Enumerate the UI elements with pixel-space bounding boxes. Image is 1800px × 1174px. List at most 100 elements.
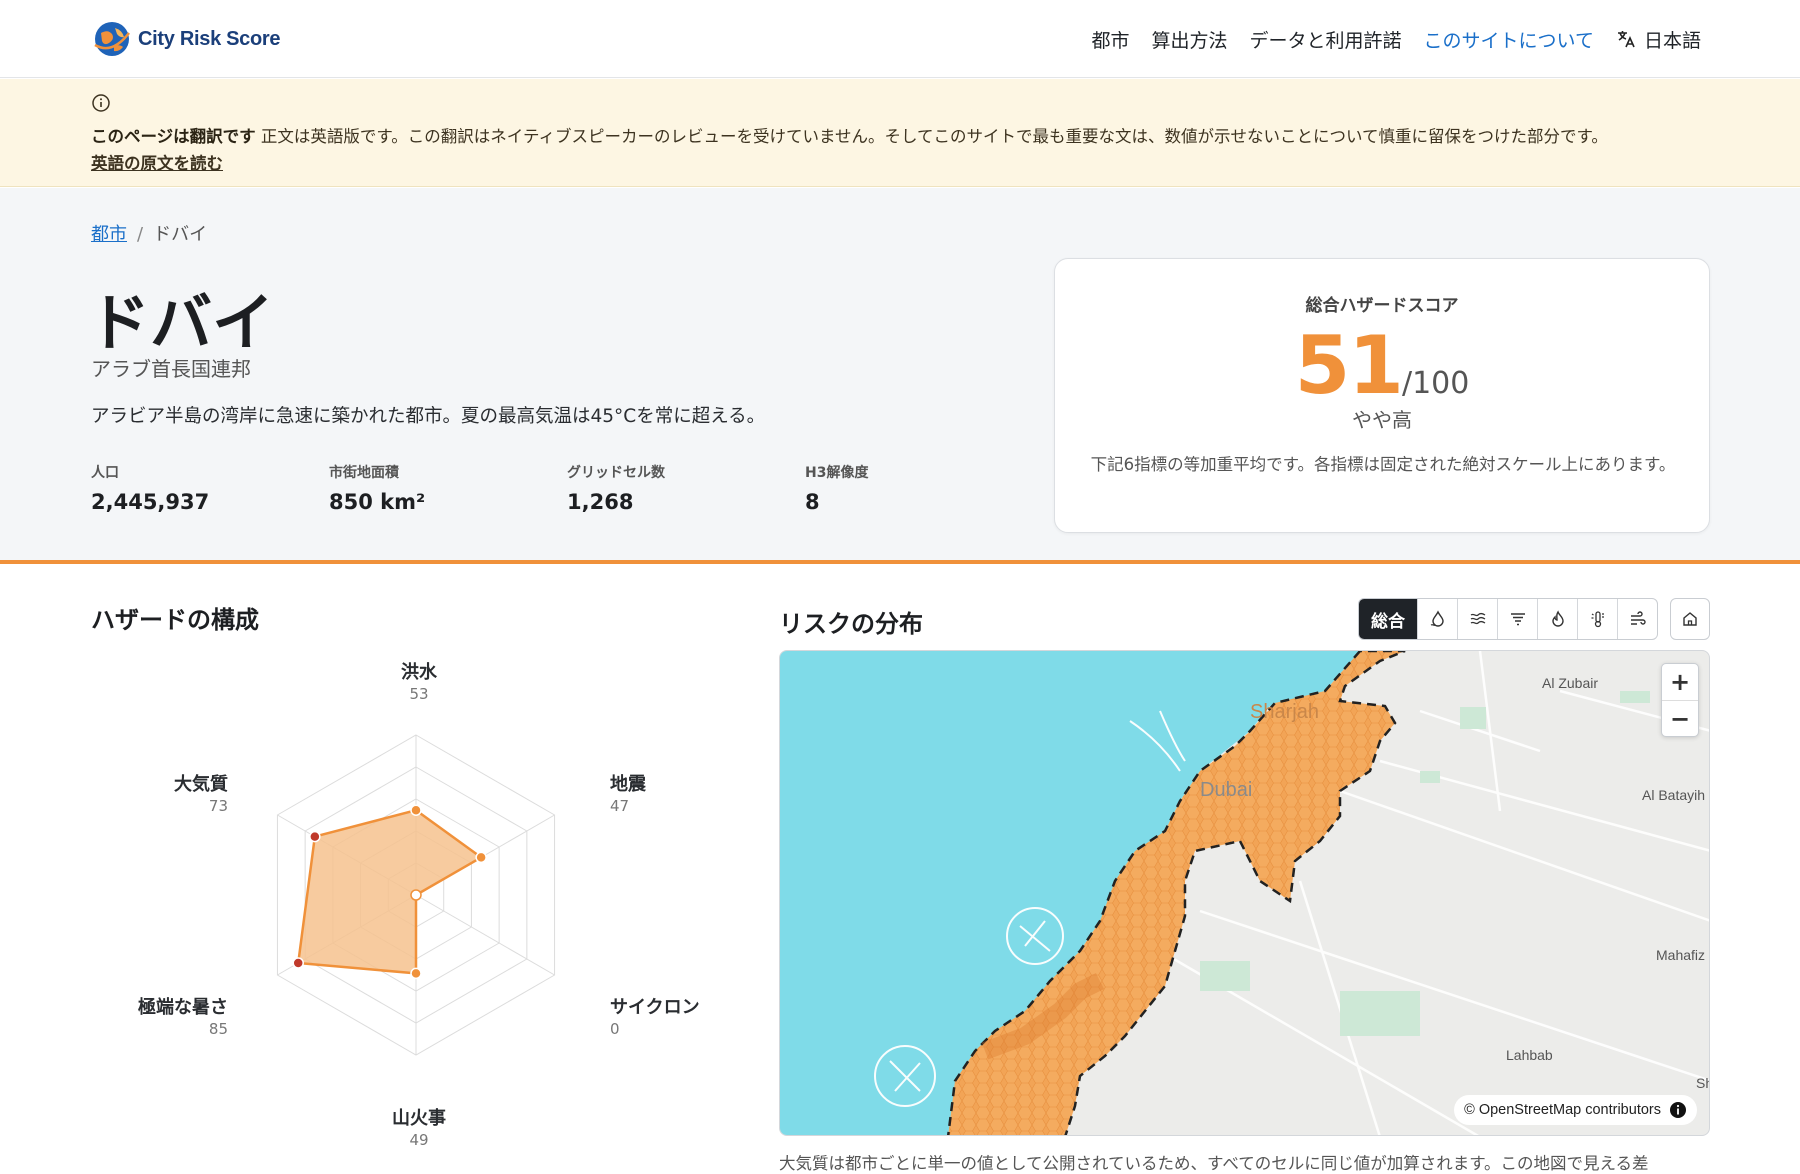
axis-score: 49: [409, 1131, 429, 1149]
score-level: やや高: [1352, 408, 1412, 432]
layer-heat-button[interactable]: [1577, 599, 1617, 639]
map-label-al-zubair: Al Zubair: [1542, 675, 1599, 691]
logo-text: City Risk Score: [138, 27, 281, 50]
layer-cyclone-button[interactable]: [1497, 599, 1537, 639]
main-nav: 都市 算出方法 データと利用許諾 このサイトについて 日本語: [1092, 0, 1702, 78]
map-label-sharjah: Sharjah: [1250, 701, 1319, 723]
info-icon: [92, 94, 110, 112]
city-hero: 都市 / ドバイ ドバイ アラブ首長国連邦 アラビア半島の湾岸に急速に築かれた都市。…: [0, 188, 1800, 564]
score-value: 51: [1294, 319, 1404, 412]
stat-grid-cells: グリッドセル数 1,268: [567, 462, 805, 514]
attribution-info-icon[interactable]: [1669, 1101, 1687, 1119]
radar-label-extreme-heat: 極端な暑さ 85: [88, 993, 228, 1038]
read-original-link[interactable]: 英語の原文を読む: [91, 150, 223, 174]
radar-point-3: [410, 889, 422, 901]
map-layer-toggle: 総合: [1358, 598, 1658, 640]
layer-air-quality-button[interactable]: [1617, 599, 1657, 639]
axis-score: 73: [208, 797, 228, 815]
hazard-radar-chart: 洪水 53 地震 47 サイクロン 0 山火事 49 極端な暑さ 85 大気質 …: [91, 640, 741, 1160]
radar-point-1: [410, 804, 422, 816]
map-label-lahbab: Lahbab: [1506, 1047, 1553, 1063]
breadcrumb: 都市 / ドバイ: [91, 224, 208, 245]
layer-wildfire-button[interactable]: [1537, 599, 1577, 639]
top-navbar: City Risk Score 都市 算出方法 データと利用許諾 このサイトにつ…: [0, 0, 1800, 78]
heat-icon: [1591, 611, 1604, 628]
notice-body: 正文は英語版です。この翻訳はネイティブスピーカーのレビューを受けていません。そし…: [260, 127, 1608, 146]
radar-score-area: [296, 808, 483, 975]
map-title: リスクの分布: [779, 610, 923, 638]
nav-data-license[interactable]: データと利用許諾: [1250, 26, 1402, 53]
zoom-out-button[interactable]: −: [1662, 700, 1698, 736]
map-reset-view-button[interactable]: [1670, 598, 1710, 640]
nav-about[interactable]: このサイトについて: [1424, 26, 1594, 53]
radar-label-wildfire: 山火事 49: [349, 1104, 489, 1149]
radar-label-earthquake: 地震 47: [610, 770, 750, 815]
overall-score-card: 総合ハザードスコア 51/100 やや高 下記6指標の等加重平均です。各指標は固…: [1054, 258, 1710, 533]
composition-title: ハザードの構成: [91, 606, 259, 634]
stat-label: 市街地面積: [329, 465, 399, 481]
radar-point-2: [475, 851, 487, 864]
axis-score: 85: [208, 1020, 228, 1038]
map-label-al-batayih: Al Batayih: [1642, 787, 1706, 803]
stat-h3-resolution: H3解像度 8: [805, 462, 1043, 514]
nav-cities[interactable]: 都市: [1092, 26, 1130, 53]
stat-value: 850 km²: [329, 490, 426, 514]
stat-label: グリッドセル数: [567, 465, 665, 481]
translate-icon: [1617, 31, 1635, 48]
score-label: 総合ハザードスコア: [1305, 296, 1459, 316]
flood-icon: [1430, 610, 1444, 627]
radar-point-4: [410, 967, 422, 980]
radar-svg: [276, 734, 556, 1056]
map-label-sh: Sh: [1696, 1075, 1709, 1091]
map-canvas: [780, 651, 1709, 1135]
layer-earthquake-button[interactable]: [1457, 599, 1497, 639]
radar-label-air-quality: 大気質 73: [88, 770, 228, 815]
stat-label: H3解像度: [805, 465, 869, 481]
layer-flood-button[interactable]: [1417, 599, 1457, 639]
axis-name: 洪水: [401, 662, 437, 683]
radar-label-flood: 洪水 53: [349, 658, 489, 703]
nav-methodology[interactable]: 算出方法: [1152, 26, 1228, 53]
stat-urban-area: 市街地面積 850 km²: [329, 462, 567, 514]
score-note: 下記6指標の等加重平均です。各指標は固定された絶対スケール上にあります。: [1090, 455, 1676, 474]
home-icon: [1683, 612, 1697, 626]
score-display: 51/100: [1055, 319, 1709, 412]
city-stats: 人口 2,445,937 市街地面積 850 km² グリッドセル数 1,268…: [91, 462, 1043, 514]
notice-message: このページは翻訳です 正文は英語版です。この翻訳はネイティブスピーカーのレビュー…: [91, 123, 1608, 147]
axis-score: 0: [610, 1020, 620, 1038]
attribution-text[interactable]: © OpenStreetMap contributors: [1464, 1102, 1661, 1118]
map-caption: 大気質は都市ごとに単一の値として公開されているため、すべてのセルに同じ値が加算さ…: [779, 1154, 1649, 1173]
map-label-dubai: Dubai: [1200, 779, 1253, 801]
axis-name: 地震: [610, 774, 646, 795]
radar-point-6: [309, 830, 321, 843]
radar-point-5: [292, 957, 304, 969]
stat-label: 人口: [91, 465, 119, 481]
score-denominator: /100: [1401, 366, 1470, 401]
stat-value: 8: [805, 490, 820, 514]
language-label: 日本語: [1643, 29, 1701, 52]
layer-overall-button[interactable]: 総合: [1359, 599, 1417, 639]
risk-map[interactable]: Sharjah Dubai Al Zubair Al Batayih Mahaf…: [779, 650, 1710, 1136]
zoom-in-button[interactable]: +: [1662, 664, 1698, 700]
air-quality-icon: [1630, 611, 1646, 625]
wildfire-icon: [1551, 610, 1564, 627]
breadcrumb-current: ドバイ: [153, 224, 208, 245]
axis-name: サイクロン: [610, 997, 700, 1018]
map-attribution: © OpenStreetMap contributors: [1454, 1095, 1697, 1125]
breadcrumb-cities-link[interactable]: 都市: [91, 224, 127, 245]
axis-name: 極端な暑さ: [138, 997, 228, 1018]
stat-value: 1,268: [567, 490, 634, 514]
site-logo[interactable]: City Risk Score: [92, 18, 281, 60]
earthquake-icon: [1470, 612, 1485, 625]
axis-name: 山火事: [392, 1108, 446, 1129]
city-description: アラビア半島の湾岸に急速に築かれた都市。夏の最高気温は45°Cを常に超える。: [91, 406, 766, 427]
axis-score: 53: [409, 685, 429, 703]
translation-notice: このページは翻訳です 正文は英語版です。この翻訳はネイティブスピーカーのレビュー…: [0, 79, 1800, 187]
cyclone-icon: [1510, 613, 1525, 626]
stat-value: 2,445,937: [91, 490, 210, 514]
axis-score: 47: [610, 797, 630, 815]
language-switcher[interactable]: 日本語: [1616, 26, 1701, 53]
city-title: ドバイ: [88, 286, 275, 359]
city-country: アラブ首長国連邦: [91, 357, 251, 381]
notice-title: このページは翻訳です: [91, 127, 256, 146]
